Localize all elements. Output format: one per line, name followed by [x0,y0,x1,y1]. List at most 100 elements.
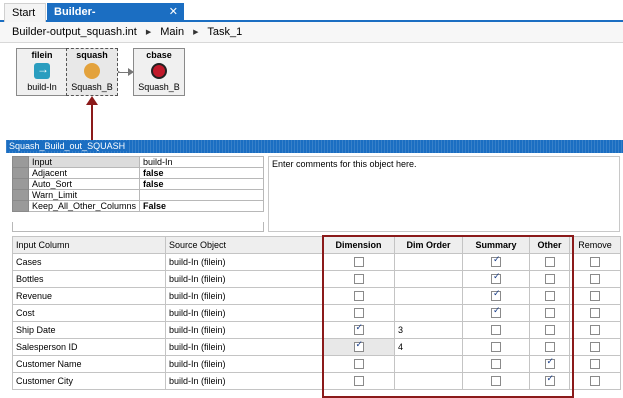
other-checkbox[interactable] [544,308,555,319]
comments-field[interactable]: Enter comments for this object here. [268,156,620,232]
summary-checkbox[interactable] [491,376,501,387]
dimension-checkbox[interactable] [353,291,364,302]
table-row[interactable]: Bottles build-In (filein) [12,270,621,288]
source-object-cell[interactable]: build-In (filein) [165,304,323,322]
remove-checkbox[interactable] [590,342,600,353]
other-checkbox[interactable] [544,325,555,336]
remove-checkbox[interactable] [590,291,600,302]
remove-checkbox[interactable] [590,325,600,336]
dim-order-cell[interactable] [394,372,463,390]
dim-order-cell[interactable] [394,355,463,373]
tab-builder-output-squash[interactable]: Builder-output_squash.int* ✕ [47,3,184,36]
input-column-cell[interactable]: Bottles [12,270,166,288]
property-value[interactable]: build-In [139,156,264,168]
remove-checkbox[interactable] [590,359,600,370]
input-column-cell[interactable]: Cost [12,304,166,322]
source-object-cell[interactable]: build-In (filein) [165,253,323,271]
tab-start[interactable]: Start [4,3,46,22]
dimension-checkbox[interactable] [353,376,364,387]
dimension-checkbox[interactable] [353,274,364,285]
node-cbase[interactable]: cbase Squash_B [133,48,185,96]
header-dimension[interactable]: Dimension [322,236,395,254]
dim-order-cell[interactable]: 3 [394,321,463,339]
document-tab-strip: Start Builder-output_squash.int* ✕ [0,0,623,36]
property-row[interactable]: Auto_Sort false [12,178,264,190]
node-squash[interactable]: squash Squash_B [66,48,118,96]
property-row[interactable]: Keep_All_Other_Columns False [12,200,264,212]
input-column-cell[interactable]: Customer City [12,372,166,390]
other-checkbox[interactable] [544,342,555,353]
summary-checkbox[interactable] [491,359,501,370]
input-column-cell[interactable]: Salesperson ID [12,338,166,356]
dim-order-cell[interactable] [394,304,463,322]
summary-checkbox[interactable] [491,289,501,302]
input-column-cell[interactable]: Customer Name [12,355,166,373]
summary-checkbox[interactable] [491,325,501,336]
other-checkbox[interactable] [544,374,555,387]
dimension-checkbox[interactable] [353,308,364,319]
property-value[interactable]: false [139,178,264,190]
header-other[interactable]: Other [529,236,570,254]
table-row[interactable]: Cost build-In (filein) [12,304,621,322]
property-row[interactable]: Warn_Limit [12,189,264,201]
header-source-object[interactable]: Source Object [165,236,323,254]
dimension-checkbox[interactable] [353,323,364,336]
close-icon[interactable]: ✕ [169,3,178,21]
other-cell [529,338,570,356]
table-row[interactable]: Ship Datebuild-In (filein) 3 [12,321,621,339]
table-row[interactable]: Revenue build-In (filein) [12,287,621,305]
other-checkbox[interactable] [544,274,555,285]
header-remove[interactable]: Remove [569,236,621,254]
dim-order-cell[interactable]: 4 [394,338,463,356]
property-value[interactable]: false [139,167,264,179]
input-column-cell[interactable]: Ship Date [12,321,166,339]
source-object-cell[interactable]: build-In (filein) [165,372,323,390]
breadcrumb-item-file[interactable]: Builder-output_squash.int [12,26,137,38]
remove-checkbox[interactable] [590,274,600,285]
summary-checkbox[interactable] [491,272,501,285]
breadcrumb-item-main[interactable]: Main [160,26,184,38]
input-column-cell[interactable]: Cases [12,253,166,271]
node-filein[interactable]: filein build-In [16,48,68,96]
remove-checkbox[interactable] [590,376,600,387]
dim-order-cell[interactable] [394,287,463,305]
summary-checkbox[interactable] [491,306,501,319]
header-input-column[interactable]: Input Column [12,236,166,254]
property-row[interactable]: Adjacent false [12,167,264,179]
remove-checkbox[interactable] [590,308,600,319]
table-row[interactable]: Cases build-In (filein) [12,253,621,271]
source-object-cell[interactable]: build-In (filein) [165,270,323,288]
table-row[interactable]: Customer City build-In (filein) [12,372,621,390]
dimension-checkbox[interactable] [353,359,364,370]
summary-checkbox[interactable] [491,342,501,353]
other-checkbox[interactable] [544,291,555,302]
source-object-cell[interactable]: build-In (filein) [165,338,323,356]
dim-order-cell[interactable] [394,270,463,288]
source-object-cell[interactable]: build-In (filein) [165,355,323,373]
summary-cell [462,253,530,271]
property-value[interactable]: False [139,200,264,212]
table-row[interactable]: Customer Name build-In (filein) [12,355,621,373]
header-summary[interactable]: Summary [462,236,530,254]
breadcrumb-separator-icon: ▶ [145,29,152,36]
properties-panel-header: Squash_Build_out_SQUASH [6,140,623,153]
remove-checkbox[interactable] [590,257,600,268]
source-object-cell[interactable]: build-In (filein) [165,321,323,339]
property-row[interactable]: Input build-In [12,156,264,168]
summary-checkbox[interactable] [491,255,501,268]
other-checkbox[interactable] [544,357,555,370]
breadcrumb-item-task[interactable]: Task_1 [207,26,242,38]
source-object-cell[interactable]: build-In (filein) [165,287,323,305]
summary-cell [462,338,530,356]
other-checkbox[interactable] [544,257,555,268]
property-value[interactable] [139,189,264,201]
header-dim-order[interactable]: Dim Order [394,236,463,254]
table-row[interactable]: Salesperson IDbuild-In (filein) 4 [12,338,621,356]
input-column-cell[interactable]: Revenue [12,287,166,305]
other-cell [529,287,570,305]
flow-canvas[interactable]: filein build-In squash Squash_B cbase Sq… [0,44,623,140]
node-label: Squash_B [71,82,113,92]
dimension-checkbox[interactable] [353,340,364,353]
dim-order-cell[interactable] [394,253,463,271]
dimension-checkbox[interactable] [353,257,364,268]
